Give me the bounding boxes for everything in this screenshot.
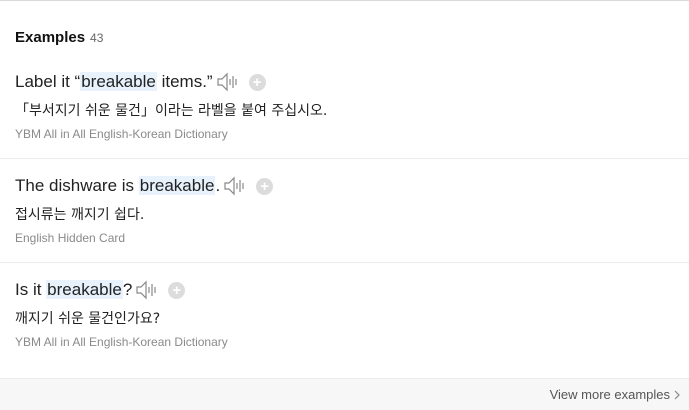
add-icon[interactable]: +: [168, 281, 186, 299]
example-divider: [0, 158, 689, 159]
add-icon[interactable]: +: [256, 177, 274, 195]
example-english: The dishware is breakable.: [15, 176, 221, 195]
speaker-icon[interactable]: [216, 72, 240, 92]
speaker-icon[interactable]: [223, 176, 247, 196]
highlighted-word: breakable: [138, 176, 216, 195]
add-icon[interactable]: +: [248, 73, 266, 91]
examples-footer: View more examples: [0, 378, 689, 410]
example-korean: 접시류는 깨지기 쉽다.: [15, 207, 145, 223]
example-english: Is it breakable?: [15, 280, 133, 299]
example-source[interactable]: YBM All in All English-Korean Dictionary: [15, 127, 228, 141]
example-korean: 「부서지기 쉬운 물건」이라는 라벨을 붙여 주십시오.: [15, 103, 328, 119]
example-sentence-row: Is it breakable? +: [15, 280, 186, 300]
example-sentence-row: The dishware is breakable. +: [15, 176, 274, 196]
speaker-icon[interactable]: [135, 280, 159, 300]
chevron-right-icon: [674, 390, 680, 399]
example-sentence-row: Label it “breakable items.” +: [15, 72, 266, 92]
view-more-label: View more examples: [549, 387, 670, 402]
highlighted-word: breakable: [46, 280, 123, 299]
example-korean: 깨지기 쉬운 물건인가요?: [15, 311, 161, 327]
top-divider: [0, 0, 689, 1]
example-english: Label it “breakable items.”: [15, 72, 213, 91]
section-title: Examples: [15, 29, 86, 46]
example-divider: [0, 262, 689, 263]
example-source[interactable]: YBM All in All English-Korean Dictionary: [15, 335, 228, 349]
example-source[interactable]: English Hidden Card: [15, 231, 125, 245]
examples-header: Examples 43: [15, 29, 103, 46]
examples-count: 43: [90, 31, 104, 45]
view-more-examples-link[interactable]: View more examples: [550, 387, 680, 402]
highlighted-word: breakable: [80, 72, 157, 91]
